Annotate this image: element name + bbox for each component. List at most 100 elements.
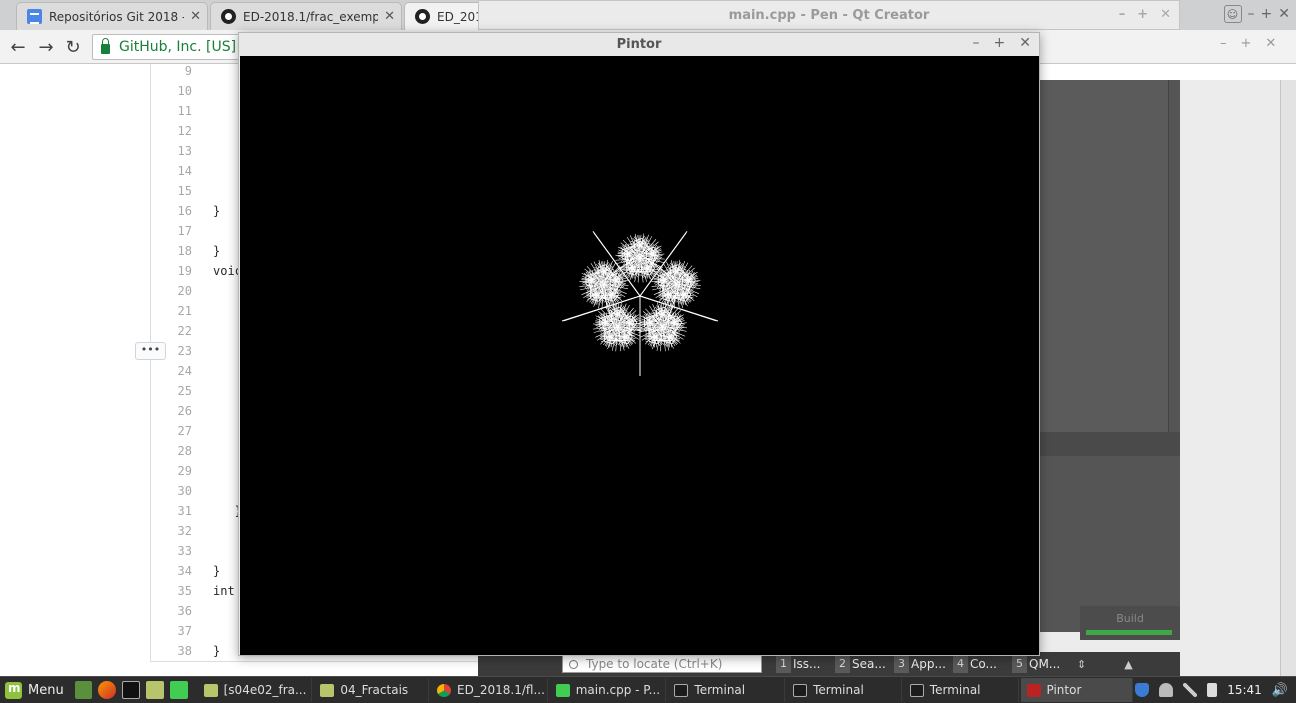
clock[interactable]: 15:41 — [1227, 683, 1262, 697]
secure-origin-label: GitHub, Inc. [US] — [119, 39, 237, 55]
line-number[interactable]: 13 — [151, 141, 192, 161]
line-number[interactable]: 24 — [151, 361, 192, 381]
battery-icon[interactable] — [1207, 683, 1218, 697]
build-progress-bar — [1086, 630, 1172, 635]
output-pane-search[interactable]: 2 Sea... — [835, 655, 890, 673]
line-number[interactable]: 38 — [151, 641, 192, 661]
close-icon[interactable]: ✕ — [1160, 7, 1171, 22]
line-number[interactable]: 17 — [151, 221, 192, 241]
maximize-icon[interactable]: + — [1261, 6, 1273, 22]
output-pane-application[interactable]: 3 App... — [894, 655, 949, 673]
line-number[interactable]: 18 — [151, 241, 192, 261]
qt-editor-area[interactable] — [1040, 80, 1168, 432]
line-number[interactable]: 22 — [151, 321, 192, 341]
window-label: Terminal — [813, 683, 864, 697]
line-number[interactable]: 34 — [151, 561, 192, 581]
line-number[interactable]: 16 — [151, 201, 192, 221]
line-number[interactable]: 9 — [151, 61, 192, 81]
line-number[interactable]: 36 — [151, 601, 192, 621]
pintor-window-title: Pintor — [616, 36, 662, 52]
qt-creator-launcher-icon[interactable] — [169, 681, 188, 699]
taskbar-window-04-fractais[interactable]: 04_Fractais — [314, 678, 430, 702]
chevron-up-icon[interactable]: ▲ — [1124, 658, 1132, 671]
close-icon[interactable]: ✕ — [190, 9, 201, 24]
close-icon[interactable]: ✕ — [1265, 36, 1276, 51]
user-icon[interactable] — [1159, 683, 1174, 697]
maximize-icon[interactable]: + — [994, 35, 1006, 51]
locator-input[interactable]: Type to locate (Ctrl+K) — [562, 655, 762, 673]
menu-label: Menu — [28, 682, 64, 698]
browser-tab-frac-exemplo[interactable]: ED-2018.1/frac_exempl ✕ — [210, 2, 402, 30]
line-number[interactable]: 29 — [151, 461, 192, 481]
line-number[interactable]: 20 — [151, 281, 192, 301]
output-pane-qml[interactable]: 5 QM... — [1012, 655, 1067, 673]
taskbar-window-qt-creator[interactable]: main.cpp - P... — [550, 678, 667, 702]
browser-scrollbar[interactable] — [1280, 80, 1296, 676]
locator-placeholder: Type to locate (Ctrl+K) — [586, 657, 723, 671]
files-icon[interactable] — [146, 681, 164, 699]
terminal-launcher-icon[interactable] — [122, 681, 141, 699]
line-number[interactable]: 11 — [151, 101, 192, 121]
line-number[interactable]: 25 — [151, 381, 192, 401]
maximize-icon[interactable]: + — [1137, 7, 1148, 22]
pane-number: 4 — [953, 655, 968, 673]
qt-output-pane-header — [1040, 432, 1180, 456]
browser-tab-repositorios[interactable]: Repositórios Git 2018 - ✕ — [16, 2, 208, 30]
github-icon — [415, 9, 430, 24]
system-tray: 15:41 🔊 — [1135, 683, 1296, 698]
mint-logo-icon — [5, 681, 22, 699]
taskbar-window-terminal-3[interactable]: Terminal — [904, 678, 1019, 702]
line-number[interactable]: 28 — [151, 441, 192, 461]
close-icon[interactable]: ✕ — [1278, 6, 1290, 22]
line-number[interactable]: 21 — [151, 301, 192, 321]
window-label: Pintor — [1046, 683, 1082, 697]
line-number[interactable]: 30 — [151, 481, 192, 501]
taskbar-window-s04e02[interactable]: [s04e02_fra... — [198, 678, 313, 702]
pintor-canvas[interactable] — [240, 56, 1039, 655]
taskbar-window-terminal-1[interactable]: Terminal — [668, 678, 786, 702]
reload-icon[interactable]: ↻ — [62, 36, 84, 58]
tab-label: ED-2018.1/frac_exempl — [243, 9, 379, 24]
line-number[interactable]: 12 — [151, 121, 192, 141]
line-number[interactable]: 26 — [151, 401, 192, 421]
taskbar-window-chrome[interactable]: ED_2018.1/fl... — [431, 678, 548, 702]
line-number[interactable]: 10 — [151, 81, 192, 101]
line-number[interactable]: 32 — [151, 521, 192, 541]
taskbar-window-pintor[interactable]: Pintor — [1020, 678, 1134, 702]
minimize-icon[interactable]: – — [1220, 36, 1227, 51]
back-arrow-icon[interactable]: ← — [7, 36, 29, 58]
line-number[interactable]: 37 — [151, 621, 192, 641]
line-source: } — [213, 564, 221, 578]
close-icon[interactable]: ✕ — [1019, 35, 1031, 51]
output-pane-compile[interactable]: 4 Co... — [953, 655, 1008, 673]
volume-icon[interactable]: 🔊 — [1272, 683, 1288, 698]
network-icon[interactable] — [1183, 683, 1198, 697]
profile-icon[interactable]: ☺ — [1223, 5, 1242, 23]
show-desktop-icon[interactable] — [74, 681, 93, 699]
firefox-icon[interactable] — [98, 681, 117, 699]
minimize-icon[interactable]: – — [973, 35, 980, 51]
forward-arrow-icon[interactable]: → — [35, 36, 57, 58]
pane-menu-icon[interactable]: ⇕ — [1077, 658, 1086, 671]
minimize-icon[interactable]: – — [1119, 7, 1126, 22]
line-number[interactable]: 15 — [151, 181, 192, 201]
pintor-titlebar[interactable]: Pintor — [239, 33, 1039, 55]
minimize-icon[interactable]: – — [1248, 6, 1255, 22]
menu-button[interactable]: Menu — [0, 677, 72, 703]
close-icon[interactable]: ✕ — [384, 9, 395, 24]
line-number[interactable]: 33 — [151, 541, 192, 561]
window-label: Terminal — [694, 683, 746, 697]
shield-icon[interactable] — [1135, 683, 1150, 697]
maximize-icon[interactable]: + — [1241, 36, 1252, 51]
line-number[interactable]: 19 — [151, 261, 192, 281]
line-number[interactable]: 14 — [151, 161, 192, 181]
taskbar-window-terminal-2[interactable]: Terminal — [787, 678, 902, 702]
search-icon — [569, 659, 578, 669]
line-number[interactable]: 35 — [151, 581, 192, 601]
line-number[interactable]: 31 — [151, 501, 192, 521]
window-label: ED_2018.1/fl... — [457, 683, 545, 697]
line-number[interactable]: 27 — [151, 421, 192, 441]
qt-editor-scrollbar[interactable] — [1168, 80, 1180, 432]
output-pane-issues[interactable]: 1 Iss... — [776, 655, 831, 673]
expand-lines-button[interactable]: ••• — [135, 342, 166, 360]
